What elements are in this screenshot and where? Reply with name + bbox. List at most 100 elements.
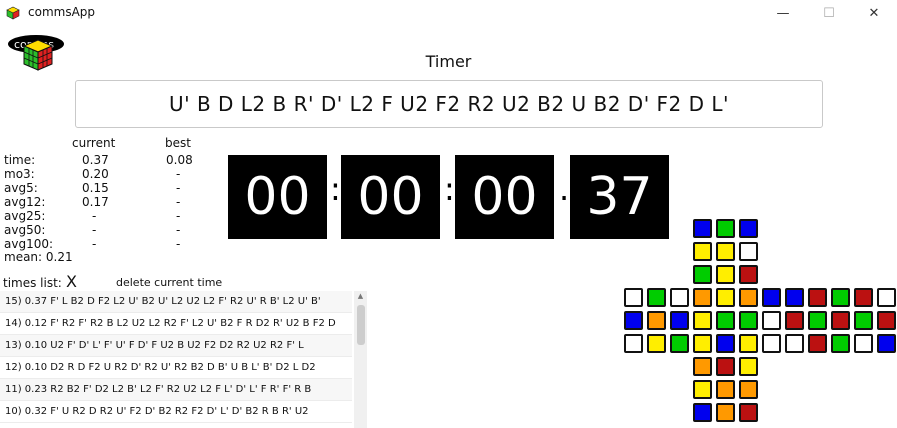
cube-sticker-l bbox=[647, 288, 666, 307]
minimize-button[interactable]: — bbox=[760, 0, 806, 26]
stat-best: - bbox=[176, 167, 181, 181]
cube-sticker-l bbox=[670, 334, 689, 353]
clock-separator: : bbox=[444, 170, 455, 208]
cube-sticker-f bbox=[716, 288, 735, 307]
cube-sticker-r bbox=[785, 334, 804, 353]
cube-sticker-d bbox=[739, 357, 758, 376]
cube-sticker-d bbox=[693, 357, 712, 376]
clear-times-button[interactable]: X bbox=[66, 272, 77, 291]
app-cube-icon bbox=[6, 5, 20, 20]
cube-sticker-u bbox=[739, 219, 758, 238]
stat-best: - bbox=[176, 223, 181, 237]
list-item[interactable]: 11) 0.23 R2 B2 F' D2 L2 B' L2 F' R2 U2 L… bbox=[0, 379, 352, 401]
cube-sticker-l bbox=[670, 311, 689, 330]
cube-sticker-u bbox=[716, 242, 735, 261]
stat-label: avg12: bbox=[4, 195, 46, 209]
cube-sticker-l bbox=[624, 334, 643, 353]
cube-sticker-r bbox=[808, 311, 827, 330]
cube-sticker-bk bbox=[877, 311, 896, 330]
cube-sticker-f bbox=[693, 311, 712, 330]
clock-seconds: 00 bbox=[455, 155, 554, 239]
stat-current: - bbox=[92, 223, 97, 237]
cube-sticker-d bbox=[739, 380, 758, 399]
cube-sticker-u bbox=[739, 242, 758, 261]
list-item[interactable]: 10) 0.32 F' U R2 D R2 U' F2 D' B2 R2 F2 … bbox=[0, 401, 352, 423]
stat-best: - bbox=[176, 181, 181, 195]
close-button[interactable]: ✕ bbox=[851, 0, 897, 26]
cube-sticker-u bbox=[693, 219, 712, 238]
stat-current: 0.37 bbox=[82, 153, 109, 167]
list-item[interactable]: 13) 0.10 U2 F' D' L' F' U' F D' F U2 B U… bbox=[0, 335, 352, 357]
cube-sticker-f bbox=[739, 288, 758, 307]
scroll-up-arrow-icon[interactable]: ▲ bbox=[354, 292, 367, 302]
cube-sticker-l bbox=[647, 334, 666, 353]
clock-minutes: 00 bbox=[341, 155, 440, 239]
stat-current: 0.15 bbox=[82, 181, 109, 195]
cube-sticker-r bbox=[785, 288, 804, 307]
cube-sticker-u bbox=[739, 265, 758, 284]
cube-sticker-u bbox=[716, 219, 735, 238]
cube-sticker-u bbox=[693, 265, 712, 284]
cube-sticker-d bbox=[716, 357, 735, 376]
stat-label: avg25: bbox=[4, 209, 46, 223]
cube-sticker-d bbox=[716, 403, 735, 422]
clock-separator: : bbox=[330, 170, 341, 208]
list-item[interactable]: 15) 0.37 F' L B2 D F2 L2 U' B2 U' L2 U2 … bbox=[0, 291, 352, 313]
cube-sticker-d bbox=[716, 380, 735, 399]
cube-sticker-f bbox=[716, 311, 735, 330]
cube-sticker-d bbox=[739, 403, 758, 422]
cube-sticker-r bbox=[808, 334, 827, 353]
cube-sticker-bk bbox=[854, 334, 873, 353]
cube-sticker-f bbox=[716, 334, 735, 353]
cube-sticker-bk bbox=[831, 334, 850, 353]
stat-current: - bbox=[92, 237, 97, 251]
cube-sticker-bk bbox=[877, 334, 896, 353]
mean-value: mean: 0.21 bbox=[4, 250, 73, 264]
stat-best: - bbox=[176, 209, 181, 223]
stat-current: 0.17 bbox=[82, 195, 109, 209]
cube-sticker-d bbox=[693, 403, 712, 422]
cube-sticker-l bbox=[624, 311, 643, 330]
clock-hours: 00 bbox=[228, 155, 327, 239]
stats-header-current: current bbox=[72, 136, 116, 150]
scrollbar-thumb[interactable] bbox=[357, 305, 365, 345]
times-list[interactable]: 15) 0.37 F' L B2 D F2 L2 U' B2 U' L2 U2 … bbox=[0, 291, 368, 428]
cube-sticker-l bbox=[670, 288, 689, 307]
cube-sticker-bk bbox=[854, 288, 873, 307]
cube-sticker-f bbox=[693, 334, 712, 353]
cube-sticker-u bbox=[693, 242, 712, 261]
cube-sticker-r bbox=[785, 311, 804, 330]
stat-best: 0.08 bbox=[166, 153, 193, 167]
maximize-button[interactable]: ☐ bbox=[806, 0, 852, 26]
list-item[interactable]: 14) 0.12 F' R2 F' R2 B L2 U2 L2 R2 F' L2… bbox=[0, 313, 352, 335]
cube-sticker-r bbox=[808, 288, 827, 307]
stat-label: mo3: bbox=[4, 167, 35, 181]
stat-label: avg100: bbox=[4, 237, 54, 251]
cube-sticker-bk bbox=[831, 311, 850, 330]
stat-best: - bbox=[176, 237, 181, 251]
cube-sticker-bk bbox=[877, 288, 896, 307]
window-title: commsApp bbox=[28, 5, 96, 19]
stat-current: - bbox=[92, 209, 97, 223]
delete-current-time-button[interactable]: delete current time bbox=[116, 276, 222, 289]
cube-sticker-u bbox=[716, 265, 735, 284]
cube-sticker-r bbox=[762, 288, 781, 307]
cube-sticker-l bbox=[647, 311, 666, 330]
cube-sticker-bk bbox=[831, 288, 850, 307]
stat-label: time: bbox=[4, 153, 36, 167]
cube-sticker-f bbox=[739, 311, 758, 330]
times-list-label: times list: bbox=[3, 276, 62, 290]
scramble-display: U' B D L2 B R' D' L2 F U2 F2 R2 U2 B2 U … bbox=[75, 80, 823, 128]
cube-sticker-r bbox=[762, 334, 781, 353]
stat-best: - bbox=[176, 195, 181, 209]
cube-sticker-f bbox=[739, 334, 758, 353]
cube-sticker-r bbox=[762, 311, 781, 330]
stat-current: 0.20 bbox=[82, 167, 109, 181]
cube-net bbox=[620, 218, 897, 428]
cube-sticker-bk bbox=[854, 311, 873, 330]
list-item[interactable]: 12) 0.10 D2 R D F2 U R2 D' R2 U' R2 B2 D… bbox=[0, 357, 352, 379]
timer-heading: Timer bbox=[425, 52, 472, 71]
stats-header-best: best bbox=[165, 136, 191, 150]
stat-label: avg5: bbox=[4, 181, 38, 195]
cube-sticker-d bbox=[693, 380, 712, 399]
